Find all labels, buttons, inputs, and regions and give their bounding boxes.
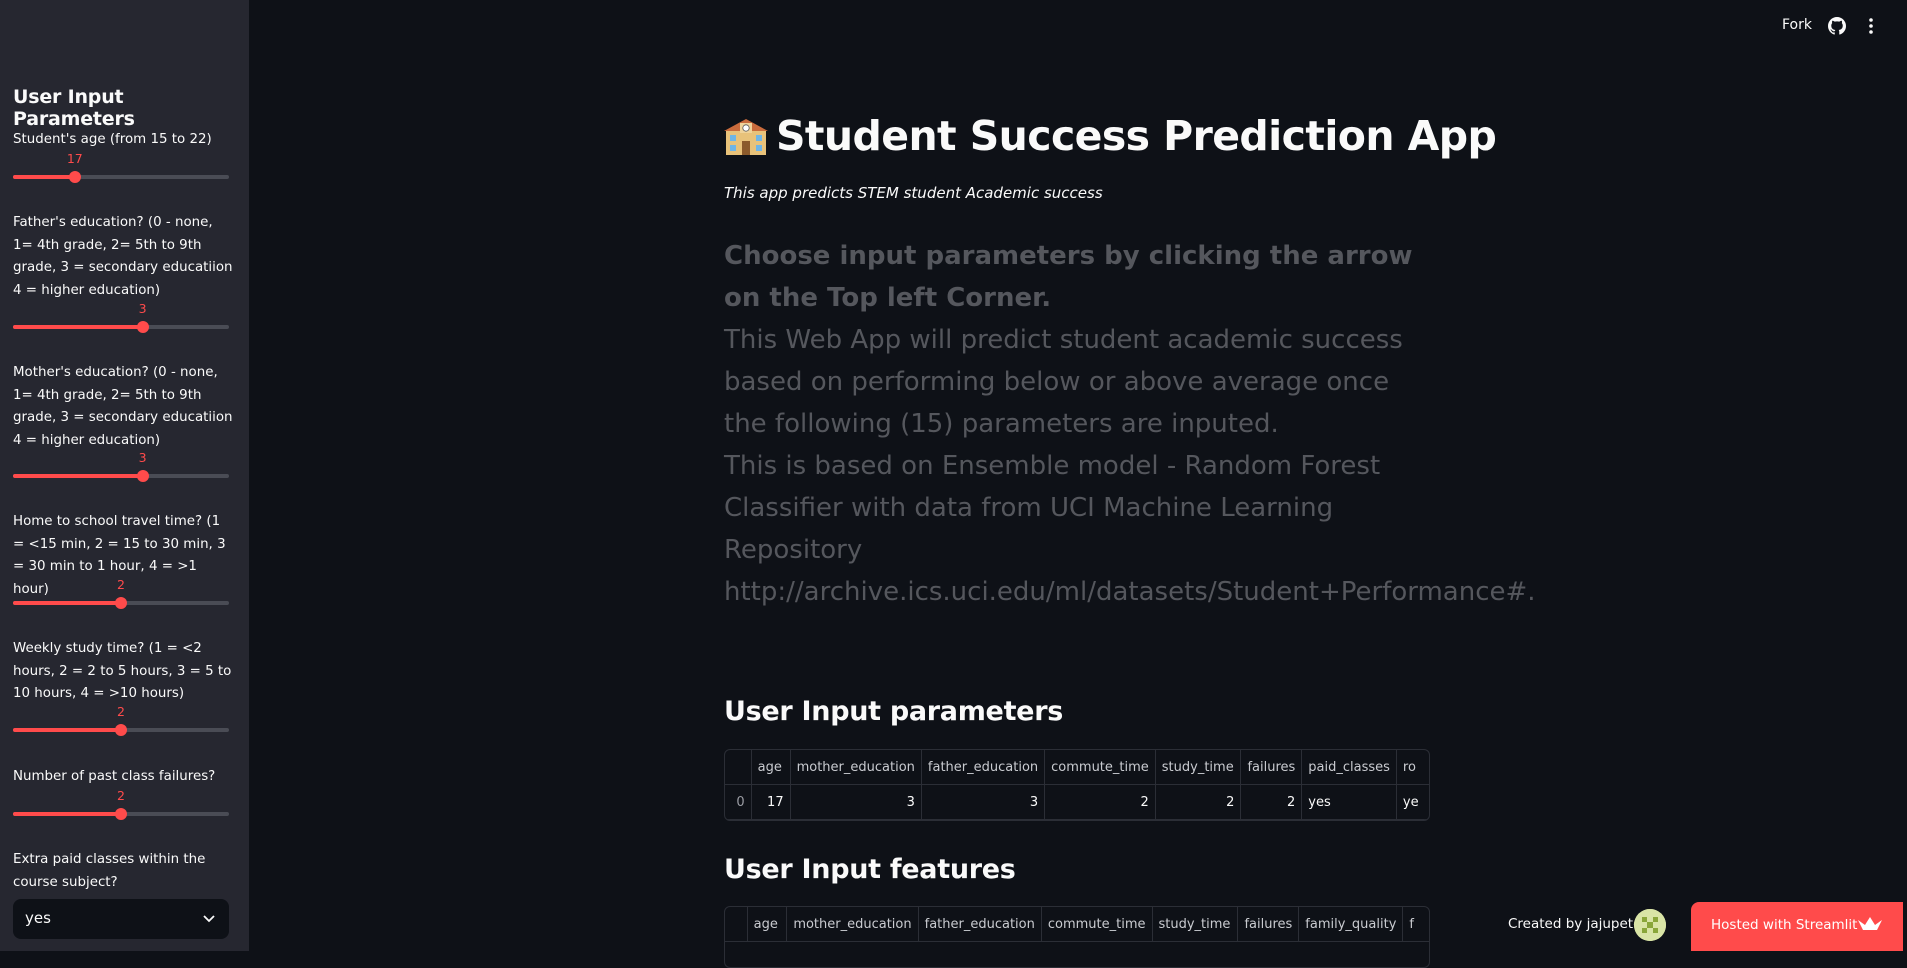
column-header[interactable]: age <box>751 750 791 785</box>
mother-education-slider-label: Mother's education? (0 - none, 1= 4th gr… <box>13 365 233 448</box>
slider-fill <box>13 175 75 179</box>
column-header[interactable]: study_time <box>1152 907 1239 942</box>
features-heading: User Input features <box>724 854 1016 885</box>
table-cell[interactable]: 0 <box>725 784 752 820</box>
slider-fill <box>13 325 143 329</box>
study-time-slider-label: Weekly study time? (1 = <2 hours, 2 = 2 … <box>13 641 232 701</box>
table-cell[interactable]: yes <box>1301 784 1397 820</box>
params-table[interactable]: age mother_education father_education co… <box>724 749 1430 821</box>
table-cell[interactable]: 3 <box>921 784 1046 820</box>
study-time-slider[interactable]: 2 <box>13 704 229 742</box>
table-cell[interactable]: ye <box>1396 784 1429 820</box>
slider-value: 3 <box>138 301 147 316</box>
slider-fill <box>13 601 121 605</box>
column-header[interactable]: commute_time <box>1041 907 1153 942</box>
avatar[interactable] <box>1634 909 1666 941</box>
column-header[interactable]: failures <box>1237 907 1300 942</box>
chevron-down-icon <box>203 915 215 923</box>
identicon-icon <box>1634 909 1666 941</box>
created-by-text[interactable]: Created by jajupeter <box>1508 916 1647 932</box>
slider-fill <box>13 728 121 732</box>
column-header[interactable] <box>725 907 748 942</box>
slider-fill <box>13 474 143 478</box>
features-table[interactable]: age mother_education father_education co… <box>724 906 1430 968</box>
table-header-row: age mother_education father_education co… <box>725 907 1429 942</box>
paid-classes-select-value: yes <box>25 909 51 927</box>
failures-slider[interactable]: 2 <box>13 788 229 826</box>
app-description: Choose input parameters by clicking the … <box>724 235 1536 613</box>
slider-value: 2 <box>117 577 125 592</box>
column-header[interactable]: study_time <box>1155 750 1242 785</box>
table-cell[interactable]: 2 <box>1155 784 1242 820</box>
column-header[interactable] <box>725 750 752 785</box>
column-header[interactable]: family_quality <box>1298 907 1404 942</box>
mother-education-slider[interactable]: 3 <box>13 450 229 488</box>
slider-thumb[interactable] <box>115 808 127 820</box>
slider-thumb[interactable] <box>136 321 149 333</box>
school-icon <box>724 119 768 155</box>
age-slider-label: Student's age (from 15 to 22) <box>13 132 212 147</box>
father-education-slider-label: Father's education? (0 - none, 1= 4th gr… <box>13 215 233 298</box>
slider-thumb[interactable] <box>115 724 127 736</box>
fork-button[interactable]: Fork <box>1782 17 1812 33</box>
page-subtitle: This app predicts STEM student Academic … <box>724 184 1103 202</box>
table-cell[interactable]: 3 <box>790 784 922 820</box>
column-header[interactable]: father_education <box>918 907 1042 942</box>
father-education-slider[interactable]: 3 <box>13 301 229 339</box>
table-cell[interactable]: 2 <box>1240 784 1303 820</box>
paid-classes-select-label: Extra paid classes within the course sub… <box>13 852 206 890</box>
column-header[interactable]: ro <box>1396 750 1429 785</box>
column-header[interactable]: failures <box>1240 750 1303 785</box>
github-icon[interactable] <box>1828 17 1846 35</box>
sidebar: User Input Parameters Student's age (fro… <box>0 0 249 951</box>
hosted-label: Hosted with Streamlit <box>1711 917 1858 933</box>
slider-value: 2 <box>117 788 125 803</box>
slider-value: 3 <box>138 450 147 465</box>
description-text: This Web App will predict student academ… <box>724 325 1403 439</box>
column-header[interactable]: age <box>747 907 788 942</box>
table-cell[interactable]: 2 <box>1044 784 1156 820</box>
table-header-row: age mother_education father_education co… <box>725 750 1429 785</box>
slider-value: 17 <box>66 151 83 166</box>
slider-value: 2 <box>117 704 125 719</box>
column-header[interactable]: mother_education <box>790 750 922 785</box>
column-header[interactable]: father_education <box>921 750 1046 785</box>
params-heading: User Input parameters <box>724 696 1063 727</box>
column-header[interactable]: f <box>1402 907 1429 942</box>
failures-slider-label: Number of past class failures? <box>13 769 216 784</box>
slider-thumb[interactable] <box>68 171 81 183</box>
table-row[interactable]: 0 17 3 3 2 2 2 yes ye <box>725 784 1429 820</box>
column-header[interactable]: mother_education <box>786 907 919 942</box>
slider-thumb[interactable] <box>115 597 127 609</box>
column-header[interactable]: commute_time <box>1044 750 1156 785</box>
streamlit-crown-icon <box>1858 917 1882 930</box>
travel-time-slider[interactable]: 2 <box>13 577 229 615</box>
page-title-text: Student Success Prediction App <box>776 112 1497 160</box>
model-text: This is based on Ensemble model - Random… <box>724 451 1536 607</box>
paid-classes-select[interactable]: yes <box>13 899 229 939</box>
hosted-with-streamlit-badge[interactable]: Hosted with Streamlit <box>1691 902 1903 951</box>
page-title: Student Success Prediction App <box>724 112 1497 160</box>
instruction-text: Choose input parameters by clicking the … <box>724 241 1413 313</box>
column-header[interactable]: paid_classes <box>1301 750 1397 785</box>
slider-thumb[interactable] <box>136 470 149 482</box>
sidebar-title: User Input Parameters <box>13 86 135 130</box>
table-cell[interactable]: 17 <box>751 784 791 820</box>
age-slider[interactable]: 17 <box>13 151 229 189</box>
more-vert-icon[interactable] <box>1862 16 1880 36</box>
slider-fill <box>13 812 121 816</box>
